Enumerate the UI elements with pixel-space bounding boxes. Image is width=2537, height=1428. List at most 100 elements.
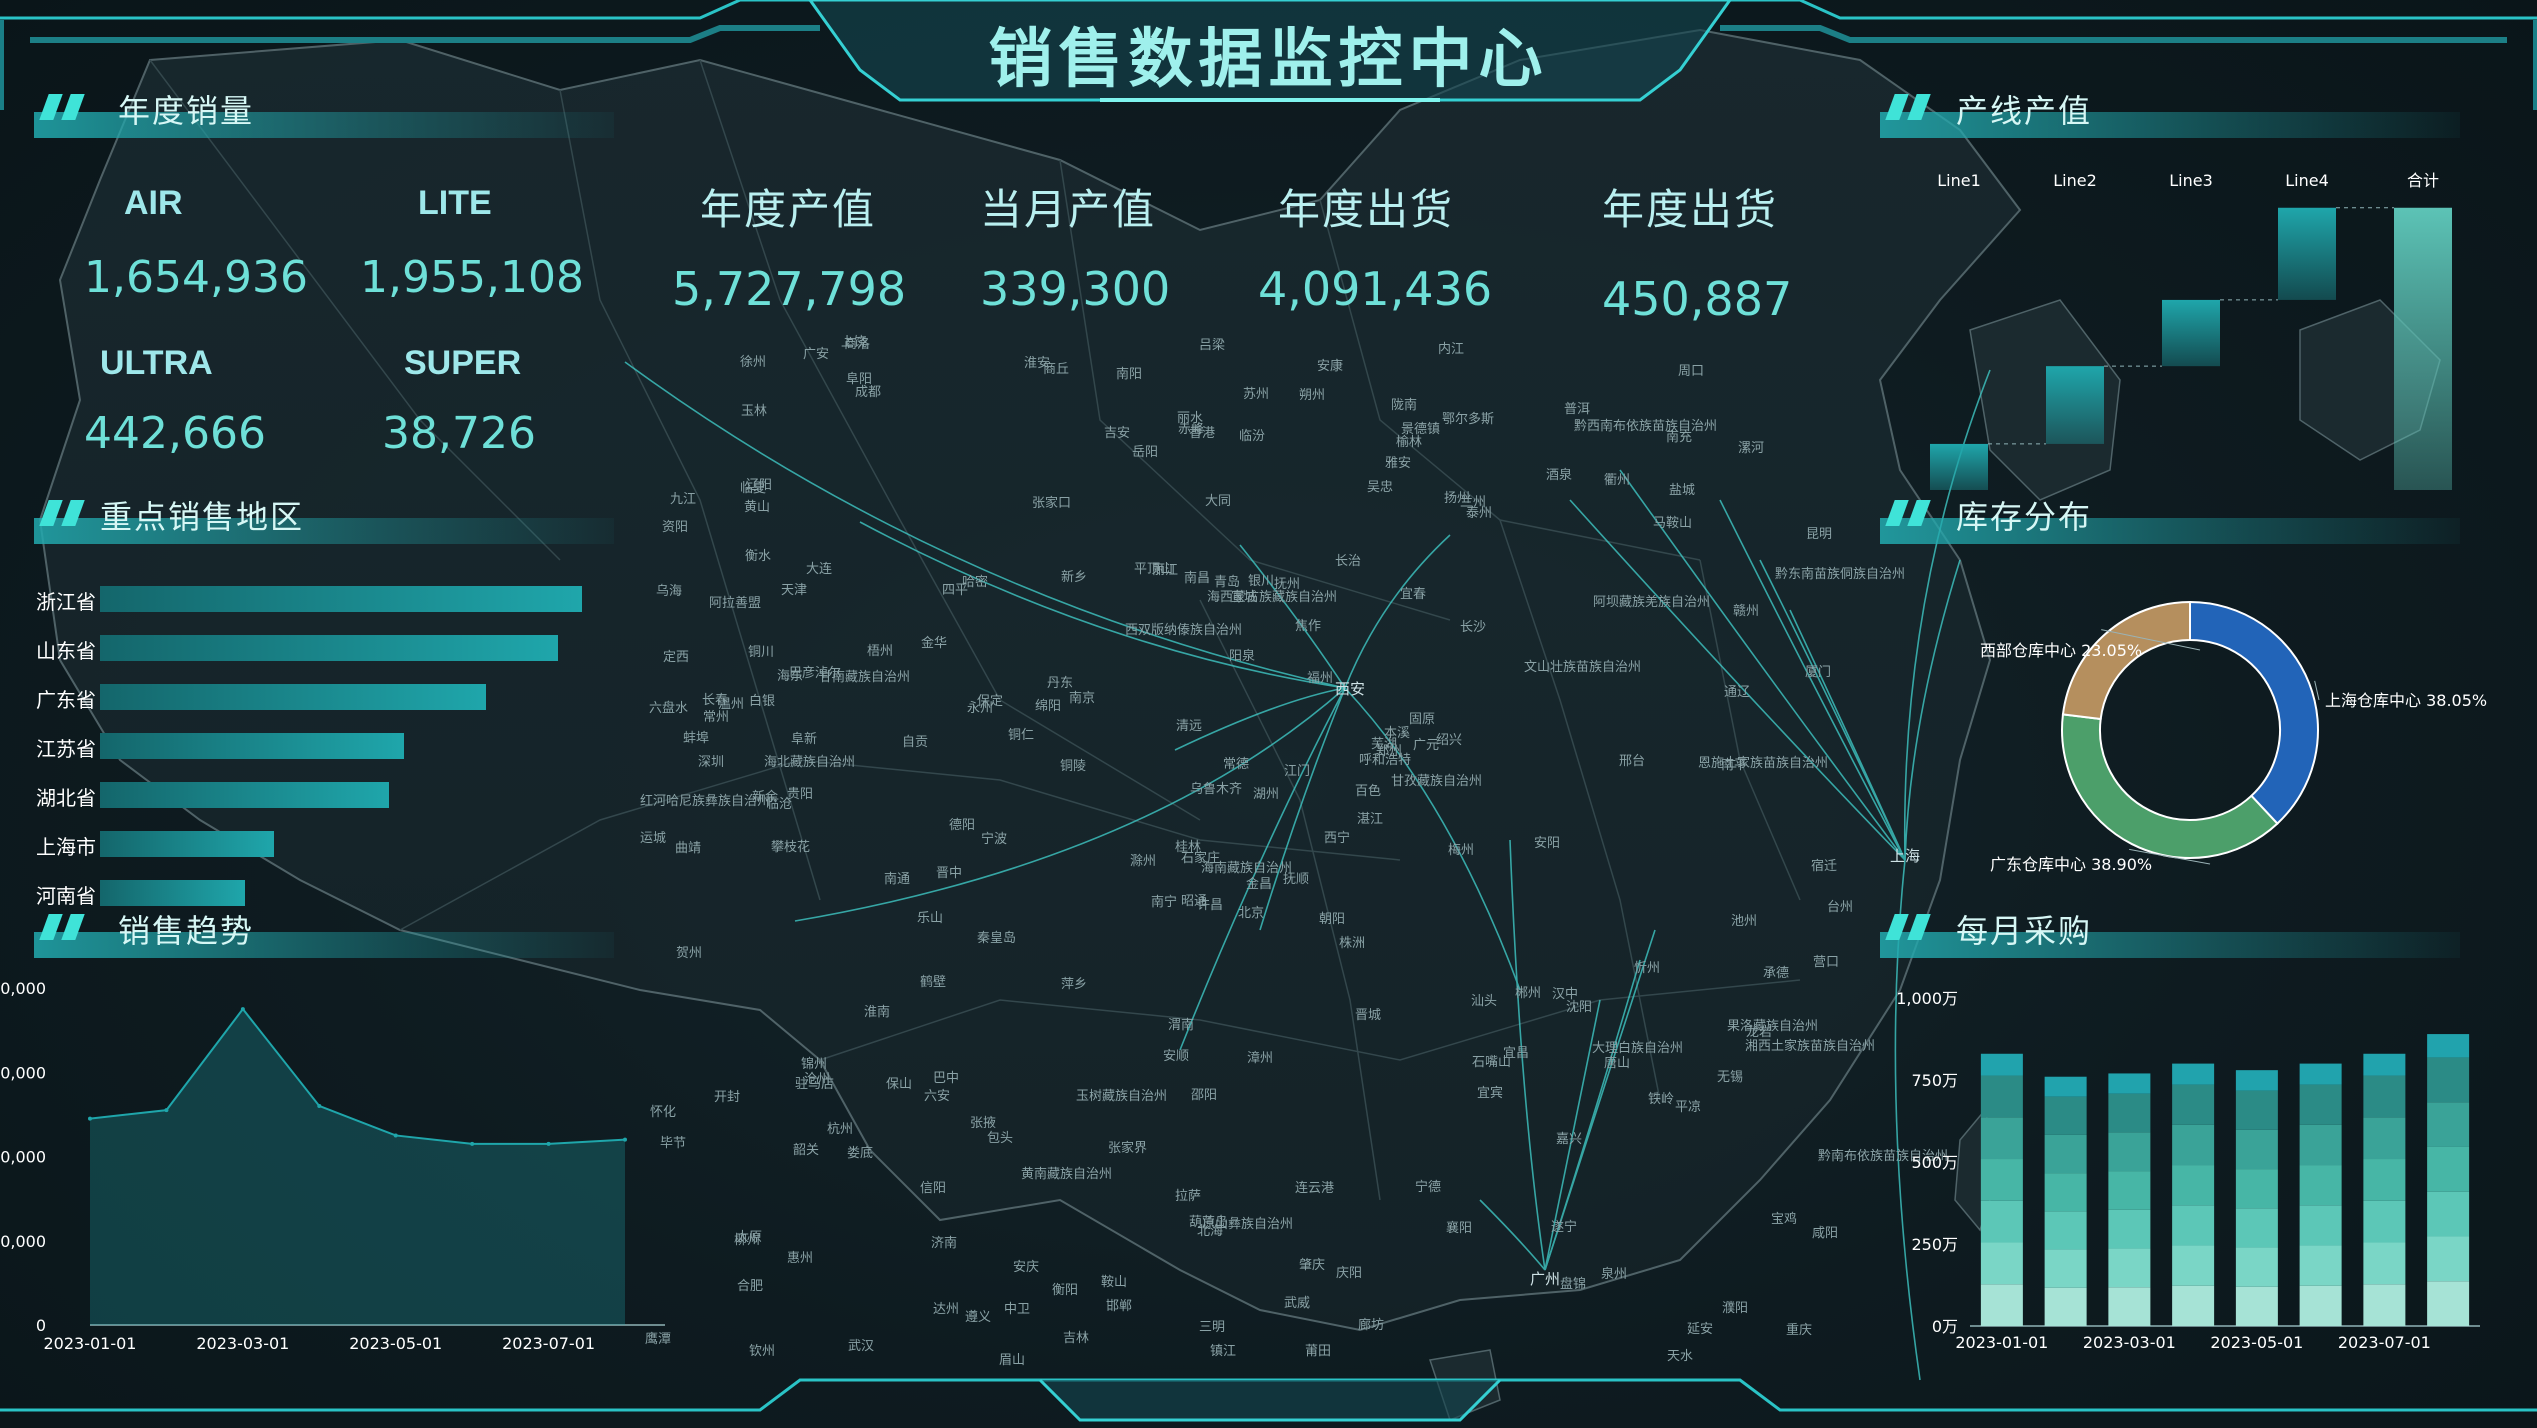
- map-city-label: 邵阳: [1191, 1088, 1218, 1103]
- donut-slice: [2061, 600, 2191, 721]
- purchase-bar-segment: [2172, 1285, 2215, 1326]
- waterfall-bar: [2046, 366, 2104, 444]
- map-city-label: 果洛藏族自治州: [1727, 1019, 1819, 1034]
- map-city-label: 乐山: [917, 911, 944, 926]
- waterfall-bar: [1930, 443, 1988, 490]
- map-city-label: 通辽: [1724, 685, 1751, 700]
- trend-point: [546, 1141, 551, 1146]
- map-city-label: 陇南: [1391, 398, 1418, 413]
- map-city-label: 海东: [777, 669, 804, 684]
- map-city-label: 铜川: [748, 645, 775, 660]
- map-city-label: 吴忠: [1367, 480, 1394, 495]
- donut-slice: [2061, 713, 2279, 859]
- purchase-bar-segment: [2172, 1245, 2215, 1286]
- donut-leader: [2314, 680, 2320, 701]
- map-city-label: 昭通: [1181, 894, 1208, 909]
- map-city-label: 清远: [1176, 719, 1203, 734]
- map-city-label: 廊坊: [1358, 1318, 1385, 1333]
- map-city-label: 安阳: [1534, 836, 1561, 851]
- map-city-label: 襄阳: [1446, 1221, 1473, 1236]
- map-city-label: 衡阳: [1052, 1283, 1079, 1298]
- map-city-label: 张家口: [1032, 496, 1072, 511]
- region-label: 江苏省: [36, 737, 96, 761]
- map-city-label: 甘南藏族自治州: [819, 670, 911, 685]
- map-city-label: 攀枝花: [771, 840, 811, 855]
- map-city-label: 阳泉: [1229, 649, 1256, 664]
- trend-point: [88, 1116, 92, 1121]
- trend-x-tick: 2023-01-01: [44, 1334, 137, 1353]
- region-bar: [100, 586, 582, 612]
- purchase-bar-segment: [1980, 1159, 2023, 1201]
- map-city-label: 长沙: [1460, 620, 1487, 635]
- map-city-label: 内江: [1438, 342, 1465, 357]
- map-city-label: 常德: [1223, 757, 1250, 772]
- map-city-label: 泰州: [1466, 506, 1493, 521]
- purchase-bar-segment: [2363, 1284, 2406, 1326]
- map-city-label: 汉中: [1552, 987, 1579, 1002]
- inventory-chart: 上海仓库中心 38.05% 广东仓库中心 38.90% 西部仓库中心 23.05%: [1980, 600, 2487, 874]
- inventory-title: 库存分布: [1956, 498, 2093, 536]
- purchase-x-tick: 2023-03-01: [2083, 1333, 2176, 1352]
- map-city-label: 拉萨: [1175, 1189, 1202, 1204]
- purchase-y-tick: 250万: [1911, 1235, 1958, 1254]
- map-city-label: 周口: [1678, 364, 1705, 379]
- trend-x-tick: 2023-03-01: [196, 1334, 289, 1353]
- map-city-label: 梧州: [867, 644, 894, 659]
- trend-y-tick: 0: [36, 1316, 46, 1335]
- map-city-label: 张家界: [1108, 1141, 1148, 1156]
- purchase-bar-segment: [2044, 1211, 2087, 1250]
- annual-sales-value: 442,666: [84, 408, 266, 459]
- dashboard: 西安 广州 上海 北京 天津 石家庄 太原 呼和浩特 包头 鄂尔多斯 银川 兰州 西宁 成都 重庆 贵阳 昆明南…: [0, 0, 2537, 1428]
- purchase-bar-segment: [2108, 1073, 2151, 1094]
- map-city-label: 惠州: [787, 1251, 814, 1266]
- map-city-label: 德阳: [949, 818, 976, 833]
- map-city-label: 九江: [670, 492, 697, 507]
- purchase-y-tick: 1,000万: [1896, 989, 1958, 1008]
- waterfall-category-label: Line1: [1937, 171, 1981, 190]
- map-city-label: 北京: [1238, 906, 1265, 921]
- purchase-bar-segment: [2299, 1124, 2342, 1166]
- purchase-bar-segment: [2363, 1200, 2406, 1243]
- map-city-label: 锦州: [801, 1057, 828, 1072]
- map-city-label: 曲靖: [675, 841, 702, 856]
- waterfall-category-label: 合计: [2407, 171, 2439, 190]
- monthly-purchase-title: 每月采购: [1956, 912, 2093, 950]
- map-city-label: 焦作: [1295, 619, 1322, 634]
- map-city-label: 咸阳: [1812, 1226, 1839, 1241]
- annual-sales-header: 年度销量: [34, 86, 614, 144]
- map-city-label: 徐州: [740, 355, 767, 370]
- purchase-bar-segment: [2427, 1146, 2470, 1192]
- map-city-label: 临汾: [1239, 429, 1266, 444]
- map-city-label: 资阳: [662, 520, 689, 535]
- map-city-label: 保山: [886, 1077, 913, 1092]
- trend-x-tick: 2023-07-01: [502, 1334, 595, 1353]
- map-city-label: 乌海: [656, 584, 683, 599]
- region-bar: [100, 831, 274, 857]
- map-city-label: 漯河: [1738, 441, 1765, 456]
- map-city-label: 铜仁: [1008, 728, 1035, 743]
- map-city-label: 商洛: [844, 337, 871, 352]
- trend-area: [90, 1009, 625, 1325]
- map-city-label: 阿坝藏族羌族自治州: [1593, 595, 1711, 610]
- map-city-label: 吉安: [1104, 426, 1131, 441]
- annual-sales-value: 1,955,108: [360, 252, 584, 303]
- purchase-bar-segment: [2235, 1169, 2278, 1209]
- purchase-bar-segment: [2235, 1090, 2278, 1130]
- map-city-label: 盐城: [1669, 483, 1696, 498]
- map-hub-label: 西安: [1335, 680, 1366, 698]
- map-city-label: 阜阳: [846, 372, 873, 387]
- purchase-bar-segment: [2235, 1208, 2278, 1248]
- map-city-label: 六盘水: [649, 701, 689, 716]
- map-city-label: 马鞍山: [1653, 516, 1693, 531]
- map-city-label: 海西蒙古族藏族自治州: [1207, 590, 1338, 605]
- purchase-bar-segment: [2172, 1165, 2215, 1206]
- map-city-label: 信阳: [920, 1181, 947, 1196]
- purchase-bar-segment: [2299, 1084, 2342, 1125]
- region-label: 广东省: [36, 688, 96, 712]
- map-city-label: 黄山: [744, 500, 771, 515]
- map-city-label: 萍乡: [1061, 977, 1088, 992]
- map-city-label: 大理白族自治州: [1592, 1041, 1684, 1056]
- map-city-label: 大连: [806, 562, 833, 577]
- map-city-label: 南充: [1666, 430, 1693, 445]
- purchase-bar-segment: [2108, 1093, 2151, 1133]
